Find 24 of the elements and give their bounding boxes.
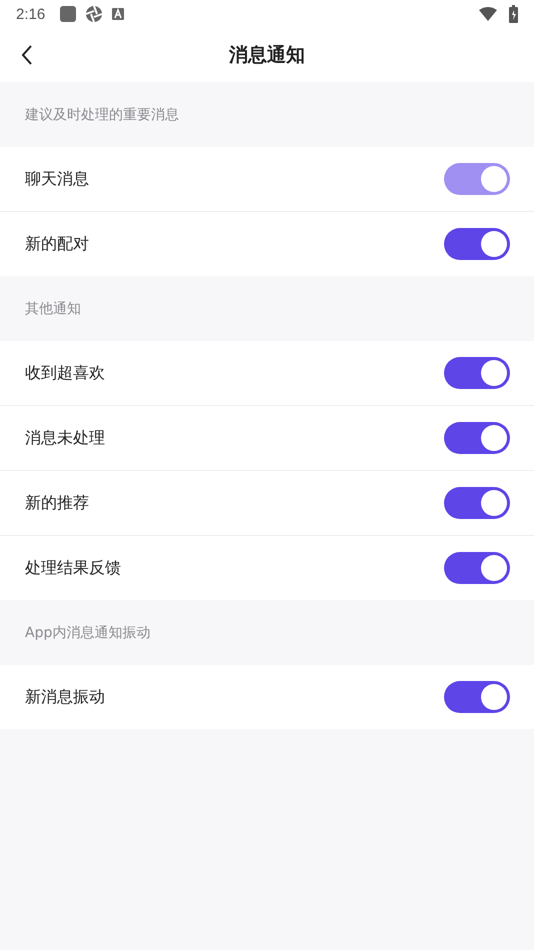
battery-icon — [509, 5, 518, 23]
setting-label: 消息未处理 — [25, 428, 105, 448]
section-title: 建议及时处理的重要消息 — [25, 106, 179, 124]
setting-label: 新消息振动 — [25, 686, 105, 708]
app-square-icon — [59, 5, 78, 23]
section-title: App内消息通知振动 — [25, 624, 150, 642]
page-title: 消息通知 — [229, 43, 305, 68]
back-icon[interactable] — [20, 44, 34, 66]
wifi-icon — [479, 7, 497, 21]
status-time: 2:16 — [16, 6, 46, 22]
setting-label: 新的推荐 — [25, 492, 89, 514]
setting-label: 新的配对 — [25, 234, 89, 254]
toggle-switch[interactable] — [444, 681, 510, 713]
setting-label: 处理结果反馈 — [25, 558, 121, 578]
toggle-switch[interactable] — [444, 422, 510, 454]
toggle-switch[interactable] — [444, 357, 510, 389]
keyboard-a-icon — [111, 7, 126, 21]
toggle-switch[interactable] — [444, 552, 510, 584]
aperture-icon — [85, 5, 104, 23]
setting-label: 聊天消息 — [25, 168, 89, 190]
toggle-switch[interactable] — [444, 228, 510, 260]
setting-label: 收到超喜欢 — [25, 362, 105, 384]
toggle-switch[interactable] — [444, 487, 510, 519]
section-title: 其他通知 — [25, 300, 81, 318]
